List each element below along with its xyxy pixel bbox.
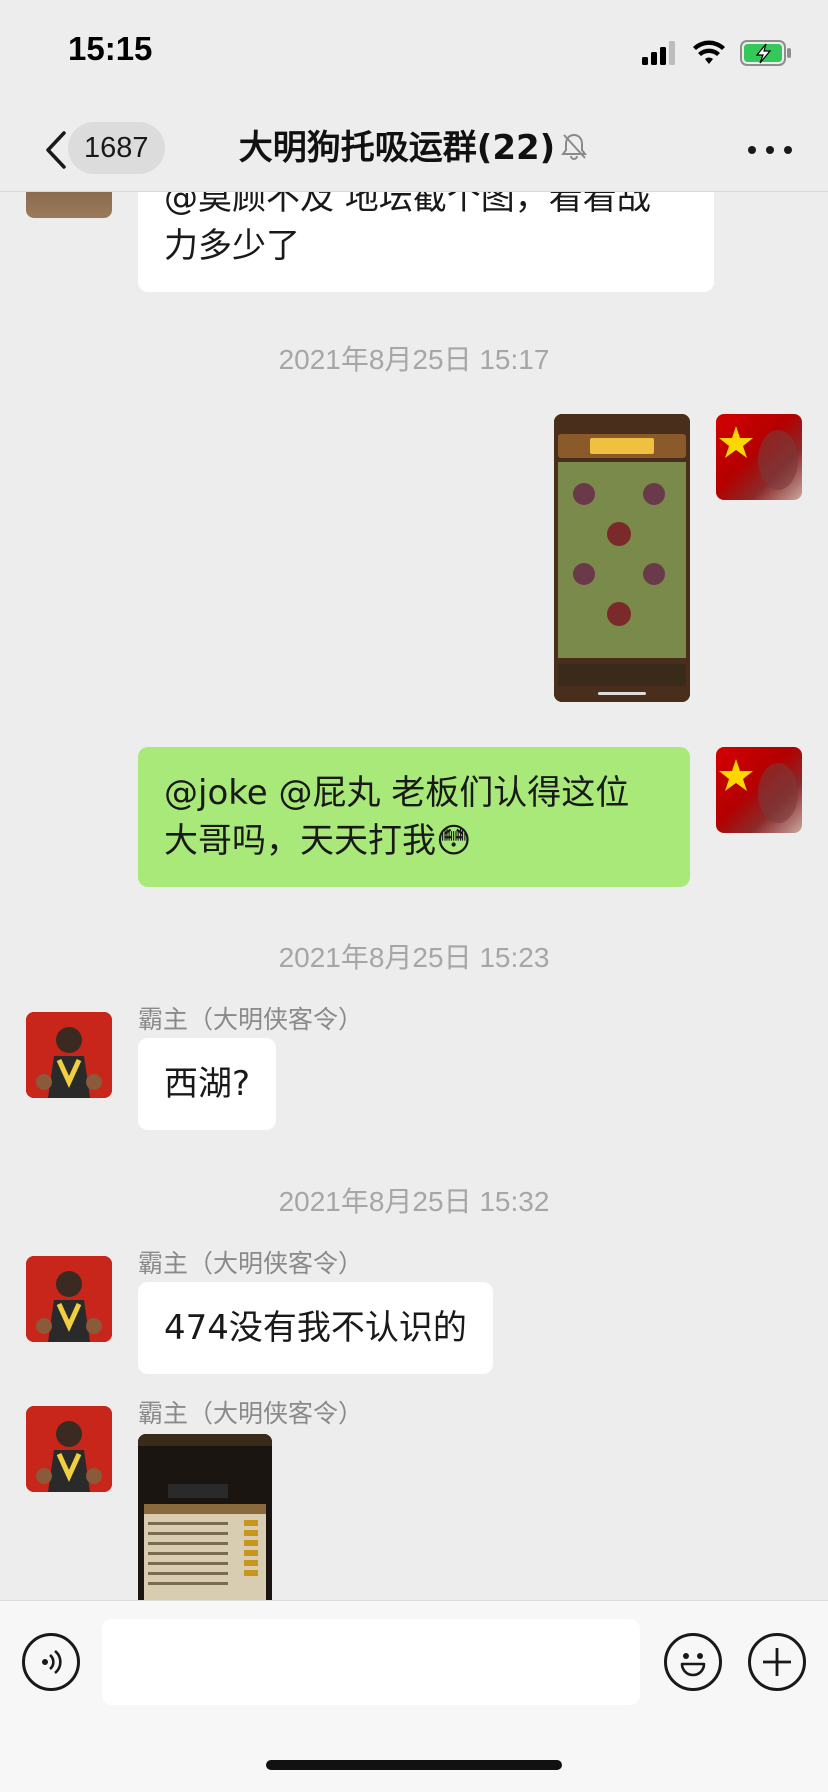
timestamp: 2021年8月25日 15:32 (278, 1186, 550, 1217)
sender-avatar[interactable] (26, 1012, 112, 1098)
sender-name: 霸主（大明侠客令） (138, 1399, 364, 1428)
message-text: @莫顾不及 地坛截个图，看看战 (164, 192, 651, 218)
message-text: 西湖? (164, 1064, 251, 1104)
emoji-button[interactable] (664, 1633, 722, 1691)
emoji-icon (680, 1653, 706, 1677)
mute-bell-icon (559, 126, 589, 174)
message-bubble[interactable]: @joke @屁丸 老板们认得这位 大哥吗，天天打我😳 (138, 747, 690, 887)
sender-avatar[interactable] (26, 1256, 112, 1342)
message-text: 力多少了 (164, 226, 300, 266)
plus-icon (763, 1648, 791, 1676)
my-avatar[interactable] (716, 414, 802, 500)
my-avatar[interactable] (716, 747, 802, 833)
game-screenshot-image[interactable] (138, 1434, 272, 1600)
star-icon (719, 759, 798, 823)
timestamp: 2021年8月25日 15:17 (278, 344, 550, 375)
avatar[interactable] (26, 192, 112, 218)
plus-button[interactable] (748, 1633, 806, 1691)
deity-figure-icon (26, 1406, 112, 1492)
more-icon-dot (766, 146, 774, 154)
wifi-icon (693, 40, 725, 64)
sender-name: 霸主（大明侠客令） (138, 1249, 364, 1278)
home-indicator[interactable] (266, 1760, 562, 1770)
deity-figure-icon (26, 1012, 112, 1098)
message-bubble[interactable]: 474没有我不认识的 (138, 1282, 493, 1374)
message-bubble[interactable]: @莫顾不及 地坛截个图，看看战 力多少了 (138, 192, 714, 292)
message-input[interactable] (102, 1619, 640, 1705)
voice-button[interactable] (22, 1633, 80, 1691)
chat-title[interactable]: 大明狗托吸运群(22) (0, 124, 828, 174)
message-text: 474没有我不认识的 (164, 1308, 467, 1348)
sender-avatar[interactable] (26, 1406, 112, 1492)
game-screenshot-image[interactable] (554, 414, 690, 702)
status-time: 15:15 (68, 30, 153, 67)
chat-area[interactable]: @莫顾不及 地坛截个图，看看战 力多少了 2021年8月25日 15:17 @j… (0, 192, 828, 1600)
message-bubble[interactable]: 西湖? (138, 1038, 277, 1130)
sender-name: 霸主（大明侠客令） (138, 1005, 364, 1034)
message-text: @joke @屁丸 老板们认得这位 (164, 773, 630, 813)
chat-title-text: 大明狗托吸运群(22) (238, 128, 556, 168)
battery-charging-icon (740, 40, 791, 66)
status-bar: 15:15 (0, 0, 828, 110)
star-icon (719, 426, 798, 490)
timestamp: 2021年8月25日 15:23 (278, 942, 550, 973)
more-button[interactable] (748, 130, 792, 170)
status-icons (642, 36, 792, 70)
deity-figure-icon (26, 1256, 112, 1342)
more-icon-dot (748, 146, 756, 154)
message-text: 大哥吗，天天打我😳 (164, 821, 472, 861)
voice-icon (42, 1649, 62, 1675)
signal-icon (642, 41, 675, 65)
nav-bar: 1687 大明狗托吸运群(22) (0, 110, 828, 192)
more-icon-dot (784, 146, 792, 154)
